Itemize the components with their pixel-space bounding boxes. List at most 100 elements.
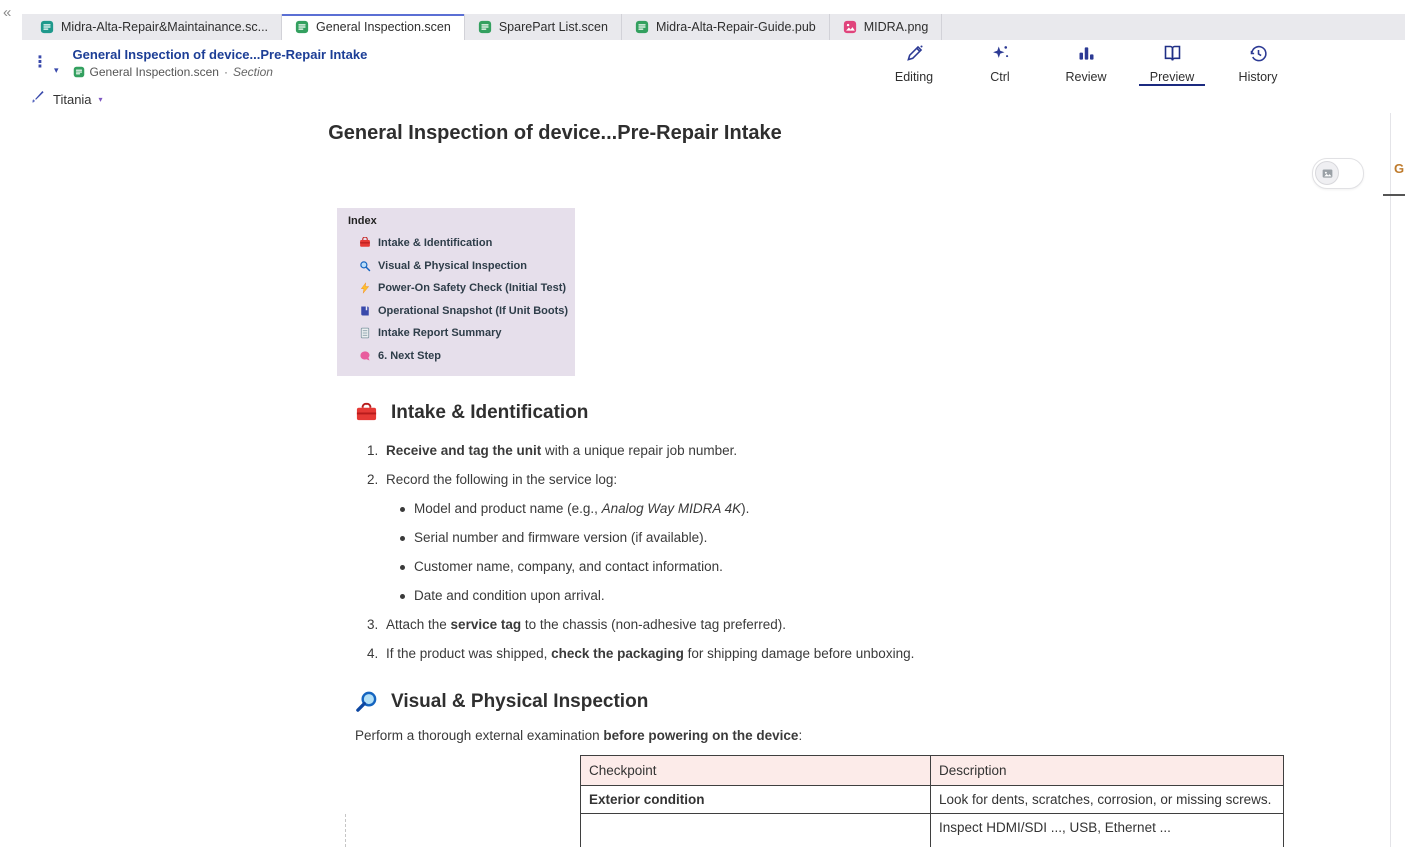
brush-icon <box>30 89 46 110</box>
tab-general-inspection[interactable]: General Inspection.scen <box>282 14 465 40</box>
bullet-text: Model and product name (e.g., Analog Way… <box>414 501 750 516</box>
tab-midra-alta-repair-guide[interactable]: Midra-Alta-Repair-Guide.pub <box>622 14 830 40</box>
separator-dot: · <box>223 65 228 79</box>
report-icon <box>359 327 371 339</box>
document-subtitle: General Inspection.scen · Section <box>73 65 368 79</box>
index-title: Index <box>348 215 377 227</box>
skin-selector[interactable]: Titania ▾ <box>0 86 1405 114</box>
index-item-intake[interactable]: Intake & Identification <box>348 232 575 255</box>
tool-review[interactable]: Review <box>1059 40 1113 86</box>
preview-toggle[interactable] <box>1312 158 1364 189</box>
magnifier-icon <box>355 690 378 713</box>
section-heading: Intake & Identification <box>355 401 1287 424</box>
tool-ctrl[interactable]: Ctrl <box>973 40 1027 86</box>
list-item: 1. Receive and tag the unit with a uniqu… <box>367 442 1287 461</box>
column-header: Checkpoint <box>580 755 931 786</box>
tab-label: Midra-Alta-Repair-Guide.pub <box>655 20 816 34</box>
scen-file-icon <box>478 20 492 34</box>
app-window: « Midra-Alta-Repair&Maintainance.sc... G… <box>0 0 1405 847</box>
index-item-label: 6. Next Step <box>378 349 441 362</box>
index-item-label: Power-On Safety Check (Initial Test) <box>378 282 567 295</box>
table-row: Inspect HDMI/SDI ..., USB, Ethernet ... <box>580 813 1284 847</box>
list-item: 4. If the product was shipped, check the… <box>367 645 1287 664</box>
tool-history[interactable]: History <box>1231 40 1285 86</box>
bullet-dot <box>400 565 405 570</box>
chevron-down-icon: ▾ <box>98 95 103 104</box>
tab-midra-png[interactable]: MIDRA.png <box>830 14 943 40</box>
toolbox-icon <box>359 237 371 249</box>
section-heading: Visual & Physical Inspection <box>355 690 1287 713</box>
list-number: 2. <box>367 472 379 487</box>
index-item-operational[interactable]: Operational Snapshot (If Unit Boots) <box>348 300 575 323</box>
bar-chart-icon <box>1076 43 1097 69</box>
sparkle-icon <box>990 43 1011 69</box>
column-guide-line <box>345 814 346 847</box>
numbered-list: 1. Receive and tag the unit with a uniqu… <box>367 442 1287 664</box>
description-cell: Inspect HDMI/SDI ..., USB, Ethernet ... <box>930 813 1284 847</box>
right-panel-collapsed[interactable]: G <box>1390 113 1405 847</box>
list-text: If the product was shipped, check the pa… <box>386 646 915 661</box>
list-number: 1. <box>367 443 379 458</box>
bullet-list: Model and product name (e.g., Analog Way… <box>400 500 1287 606</box>
page-title: General Inspection of device...Pre-Repai… <box>328 122 782 144</box>
tool-label: Review <box>1065 69 1107 84</box>
bullet-item: Date and condition upon arrival. <box>400 587 1287 606</box>
index-box: Index Intake & Identification Visual & P… <box>337 208 575 376</box>
section-intake-identification: Intake & Identification 1. Receive and t… <box>337 401 1287 674</box>
book-icon <box>359 305 371 317</box>
tool-preview[interactable]: Preview <box>1139 40 1205 86</box>
skin-name: Titania <box>53 92 92 107</box>
index-item-label: Operational Snapshot (If Unit Boots) <box>378 304 569 317</box>
bullet-item: Customer name, company, and contact info… <box>400 558 1287 577</box>
document-title: General Inspection of device...Pre-Repai… <box>72 47 368 62</box>
table-header-row: Checkpoint Description <box>580 755 1284 786</box>
image-file-icon <box>843 20 857 34</box>
book-icon <box>1162 43 1183 69</box>
index-item-report[interactable]: Intake Report Summary <box>348 322 575 345</box>
list-item: 2. Record the following in the service l… <box>367 471 1287 490</box>
tool-label: Ctrl <box>990 69 1010 84</box>
overflow-menu-icon[interactable]: ⋮ <box>32 55 48 71</box>
history-clock-icon <box>1248 43 1269 69</box>
list-number: 4. <box>367 646 379 661</box>
section-intro: Perform a thorough external examination … <box>355 728 803 743</box>
index-item-visual[interactable]: Visual & Physical Inspection <box>348 255 575 278</box>
scen-file-icon <box>295 20 309 34</box>
speech-balloon-icon <box>359 350 371 362</box>
tab-sparepart-list[interactable]: SparePart List.scen <box>465 14 622 40</box>
bullet-text: Customer name, company, and contact info… <box>414 559 723 574</box>
pub-file-icon <box>635 20 649 34</box>
column-header: Description <box>930 755 1284 786</box>
chevron-down-icon[interactable]: ▾ <box>54 65 59 76</box>
checkpoint-cell: Exterior condition <box>580 785 931 814</box>
photo-icon <box>1315 161 1339 185</box>
mode-toolbar: Editing Ctrl Review Preview History <box>887 40 1285 86</box>
pen-icon <box>904 43 925 69</box>
preview-pane: General Inspection of device...Pre-Repai… <box>0 113 1405 847</box>
item-kind: Section <box>232 65 273 79</box>
list-item: 3. Attach the service tag to the chassis… <box>367 616 1287 635</box>
tool-editing[interactable]: Editing <box>887 40 941 86</box>
index-item-label: Visual & Physical Inspection <box>378 259 527 272</box>
guide-tab-fragment: G <box>1394 161 1405 176</box>
list-number: 3. <box>367 617 379 632</box>
bullet-item: Model and product name (e.g., Analog Way… <box>400 500 1287 519</box>
description-cell: Look for dents, scratches, corrosion, or… <box>930 785 1284 814</box>
right-panel-underline <box>1383 194 1405 196</box>
index-item-label: Intake Report Summary <box>378 327 502 340</box>
collapse-panel-icon[interactable]: « <box>3 4 11 21</box>
file-name: General Inspection.scen <box>89 65 219 79</box>
list-text: Receive and tag the unit with a unique r… <box>386 443 738 458</box>
title-block: General Inspection of device...Pre-Repai… <box>73 47 368 79</box>
index-item-next-step[interactable]: 6. Next Step <box>348 345 575 368</box>
list-text: Record the following in the service log: <box>386 472 618 487</box>
tab-midra-alta-repair-maintainance[interactable]: Midra-Alta-Repair&Maintainance.sc... <box>27 14 283 40</box>
inspection-table: Checkpoint Description Exterior conditio… <box>580 755 1284 847</box>
tab-strip: Midra-Alta-Repair&Maintainance.sc... Gen… <box>22 14 1405 40</box>
index-item-power-on[interactable]: Power-On Safety Check (Initial Test) <box>348 277 575 300</box>
table-row: Exterior condition Look for dents, scrat… <box>580 785 1284 814</box>
index-item-label: Intake & Identification <box>378 237 493 250</box>
tab-label: Midra-Alta-Repair&Maintainance.sc... <box>61 20 269 34</box>
tool-label: Preview <box>1149 69 1195 84</box>
tool-label: Editing <box>894 69 934 84</box>
